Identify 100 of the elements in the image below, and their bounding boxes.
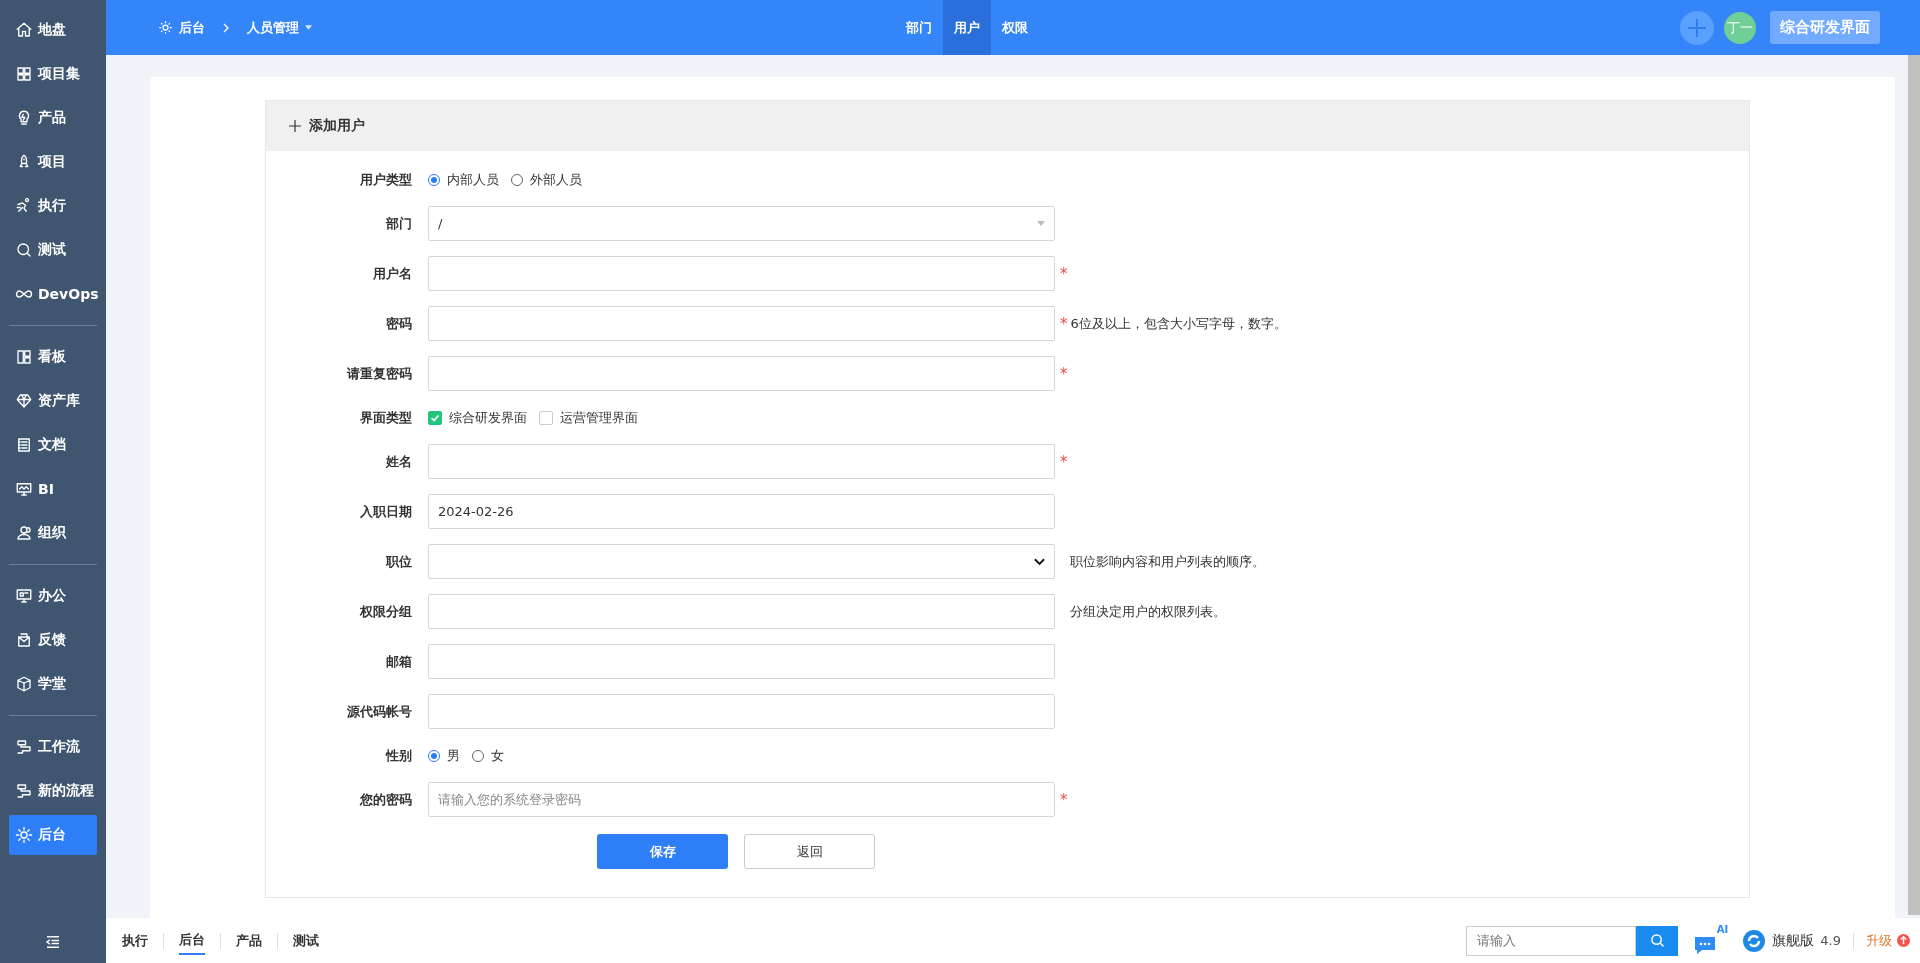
sidebar-item-icon — [15, 738, 33, 756]
sidebar-item[interactable]: 后台 — [9, 815, 97, 855]
option-label: 运营管理界面 — [560, 408, 638, 427]
sidebar-item-icon — [15, 826, 33, 844]
sidebar-item[interactable]: 新的流程 — [9, 771, 97, 811]
add-icon[interactable] — [1680, 10, 1714, 45]
field-label: 您的密码 — [358, 790, 413, 809]
required-mark: * — [1060, 790, 1068, 809]
sidebar-item[interactable]: 测试 — [9, 230, 97, 270]
settings-icon — [158, 20, 173, 35]
sidebar-item[interactable]: 项目 — [9, 142, 97, 182]
input-field[interactable] — [428, 644, 1055, 679]
field-label: 用户类型 — [359, 170, 413, 189]
field-label: 部门 — [385, 214, 413, 233]
input-field[interactable] — [428, 444, 1055, 479]
position-select[interactable] — [428, 544, 1055, 579]
required-mark: * — [1060, 452, 1068, 471]
field-label: 权限分组 — [359, 602, 413, 621]
sidebar-item-icon — [15, 436, 33, 454]
sidebar-item-icon — [15, 348, 33, 366]
field-label: 姓名 — [385, 452, 413, 471]
option-label: 综合研发界面 — [449, 408, 527, 427]
ai-label: AI — [1716, 923, 1729, 935]
sidebar-item-icon — [15, 392, 33, 410]
search-icon — [1649, 933, 1665, 948]
option-label: 内部人员 — [447, 170, 499, 189]
field-label: 界面类型 — [359, 408, 413, 427]
plus-icon — [289, 120, 301, 132]
scrollbar[interactable] — [1908, 55, 1920, 915]
input-field[interactable] — [428, 256, 1055, 291]
field-label: 性别 — [384, 746, 413, 765]
field-hint: 职位影响内容和用户列表的顺序。 — [1070, 552, 1265, 571]
required-mark: * — [1060, 264, 1068, 283]
arrow-up-icon — [1897, 934, 1910, 947]
input-field[interactable] — [428, 356, 1055, 391]
caret-icon — [1037, 221, 1045, 226]
back-button[interactable]: 返回 — [744, 834, 875, 869]
sidebar-item[interactable]: 执行 — [9, 186, 97, 226]
required-mark: * — [1060, 364, 1068, 383]
bottom-tab[interactable]: 后台 — [179, 926, 205, 955]
sidebar-item-icon — [15, 524, 33, 542]
chevron-down-icon — [1034, 557, 1045, 566]
required-mark: * — [1060, 314, 1068, 333]
sidebar-item[interactable]: 反馈 — [9, 620, 97, 660]
field-label: 职位 — [385, 552, 413, 571]
sidebar-item-icon — [15, 241, 33, 259]
chevron-icon — [221, 22, 231, 33]
input-field[interactable]: 2024-02-26 — [428, 494, 1055, 529]
sidebar-item[interactable]: 项目集 — [9, 54, 97, 94]
bottom-tab[interactable]: 执行 — [122, 927, 148, 954]
breadcrumb-dropdown[interactable]: 人员管理 — [247, 18, 299, 37]
sidebar-item[interactable]: BI — [9, 469, 97, 509]
sidebar-item[interactable]: 资产库 — [9, 381, 97, 421]
field-label: 请重复密码 — [345, 364, 413, 383]
field-label: 入职日期 — [359, 502, 413, 521]
option-label: 外部人员 — [530, 170, 582, 189]
field-label: 密码 — [385, 314, 413, 333]
search-button[interactable] — [1636, 925, 1679, 956]
edition-label: 旗舰版 — [1772, 931, 1815, 950]
sidebar-item[interactable]: 工作流 — [9, 727, 97, 767]
version-label: 4.9 — [1820, 933, 1841, 948]
search-field[interactable]: 请输入 — [1466, 925, 1637, 956]
sidebar-item[interactable]: 组织 — [9, 513, 97, 553]
field-label: 用户名 — [372, 264, 413, 283]
logo-icon — [1742, 928, 1767, 953]
breadcrumb-link[interactable]: 后台 — [179, 18, 205, 37]
input-field[interactable] — [428, 306, 1055, 341]
sidebar-item-icon — [15, 21, 33, 39]
option-label: 男 — [447, 746, 460, 765]
sidebar-item-icon — [15, 65, 33, 83]
bottom-tab[interactable]: 测试 — [293, 927, 319, 954]
option-label: 女 — [491, 746, 504, 765]
sidebar-item-icon — [15, 480, 33, 498]
form-title: 添加用户 — [309, 117, 365, 135]
sidebar-item-icon — [15, 675, 33, 693]
input-field[interactable] — [428, 594, 1055, 629]
sidebar-item-icon — [15, 631, 33, 649]
department-select[interactable]: / — [428, 206, 1055, 241]
checkbox[interactable] — [428, 410, 442, 425]
sidebar-item[interactable]: DevOps — [9, 274, 97, 314]
nav-tab[interactable]: 用户 — [943, 0, 991, 55]
sidebar-item[interactable]: 产品 — [9, 98, 97, 138]
input-field[interactable] — [428, 694, 1055, 729]
save-button[interactable]: 保存 — [597, 834, 728, 869]
sidebar-item[interactable]: 办公 — [9, 576, 97, 616]
sidebar-item-icon — [15, 782, 33, 800]
input-field[interactable]: 请输入您的系统登录密码 — [428, 782, 1055, 817]
collapse-menu-icon[interactable] — [44, 933, 62, 951]
sidebar-item[interactable]: 地盘 — [9, 10, 97, 50]
field-label: 源代码帐号 — [346, 702, 413, 721]
caret-icon — [305, 25, 312, 30]
field-hint: 6位及以上，包含大小写字母，数字。 — [1070, 314, 1287, 333]
nav-tab[interactable]: 权限 — [991, 0, 1039, 55]
sidebar-item[interactable]: 学堂 — [9, 664, 97, 704]
sidebar-item[interactable]: 文档 — [9, 425, 97, 465]
bottom-tab[interactable]: 产品 — [236, 927, 262, 954]
sidebar-item[interactable]: 看板 — [9, 337, 97, 377]
checkbox[interactable] — [539, 410, 553, 425]
nav-tab[interactable]: 部门 — [895, 0, 943, 55]
sidebar-item-icon — [15, 587, 33, 605]
